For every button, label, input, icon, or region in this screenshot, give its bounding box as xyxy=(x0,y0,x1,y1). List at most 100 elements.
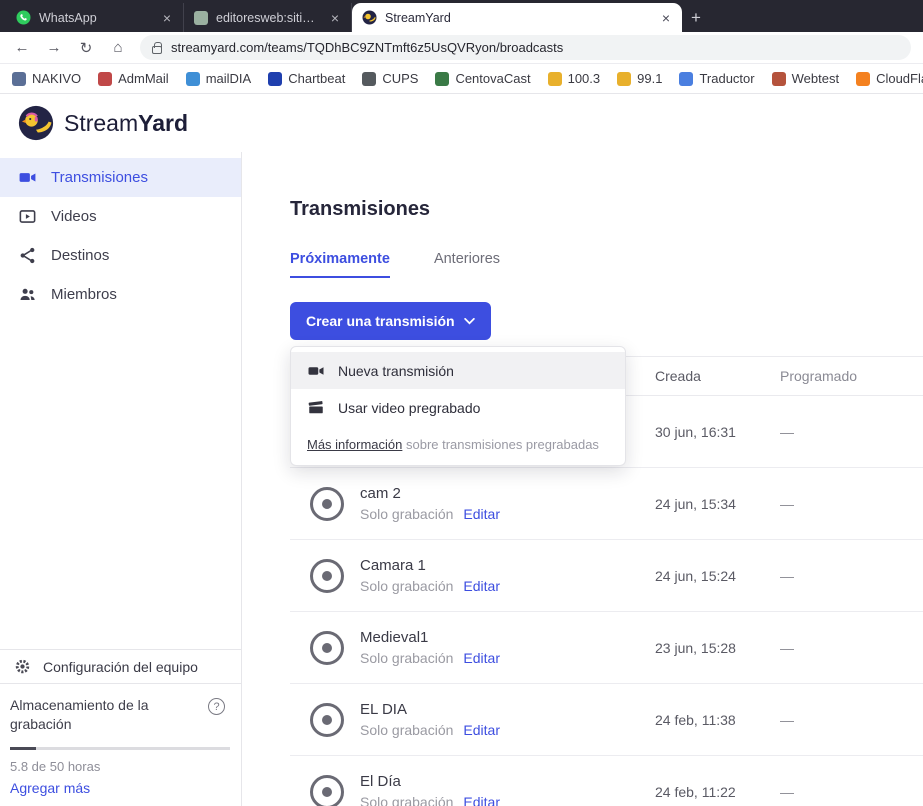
table-row[interactable]: EL DIA Solo grabaciónEditar 24 feb, 11:3… xyxy=(290,684,923,756)
broadcast-subtitle: Solo grabación xyxy=(360,506,453,522)
site-favicon xyxy=(194,11,208,25)
bookmark-label: NAKIVO xyxy=(32,71,81,86)
sidebar-item-miembros[interactable]: Miembros xyxy=(0,275,241,314)
bookmark-cloudflare[interactable]: CloudFlare xyxy=(856,71,923,86)
menu-item-label: Usar video pregrabado xyxy=(338,400,480,416)
video-camera-icon xyxy=(18,168,37,187)
table-row[interactable]: Medieval1 Solo grabación Editar 23 jun, 1… xyxy=(290,612,923,684)
lock-icon xyxy=(152,46,162,54)
reload-icon[interactable]: ↻ xyxy=(76,39,96,57)
dropdown-info-text: Más información sobre transmisiones preg… xyxy=(291,426,625,452)
tab-anteriores[interactable]: Anteriores xyxy=(434,251,500,278)
menu-item-new-broadcast[interactable]: Nueva transmisión xyxy=(291,352,625,389)
browser-tab-editoresweb[interactable]: editoresweb:sitioweb:eldia.co × xyxy=(184,3,352,32)
edit-link[interactable]: Editar xyxy=(463,506,500,522)
bookmark-label: Webtest xyxy=(792,71,839,86)
sidebar-bottom: Configuración del equipo Almacenamiento … xyxy=(0,649,241,806)
sidebar-item-destinos[interactable]: Destinos xyxy=(0,236,241,275)
menu-item-prerecorded-video[interactable]: Usar video pregrabado xyxy=(291,389,625,426)
bookmark-label: Chartbeat xyxy=(288,71,345,86)
bookmark-label: mailDIA xyxy=(206,71,252,86)
close-icon[interactable]: × xyxy=(660,11,672,25)
broadcast-subtitle: Solo grabación xyxy=(360,722,453,738)
table-row[interactable]: cam 2 Solo grabaciónEditar 24 jun, 15:34… xyxy=(290,468,923,540)
tab-title: StreamYard xyxy=(385,11,652,25)
browser-tab-whatsapp[interactable]: WhatsApp × xyxy=(6,3,184,32)
created-cell: 30 jun, 16:31 xyxy=(655,424,780,440)
recording-icon xyxy=(310,631,344,665)
forward-icon[interactable]: → xyxy=(44,39,64,56)
tab-proximamente[interactable]: Próximamente xyxy=(290,251,390,278)
tab-title: WhatsApp xyxy=(39,11,153,25)
bookmark-traductor[interactable]: Traductor xyxy=(679,71,754,86)
table-row[interactable]: El Día Solo grabaciónEditar 24 feb, 11:2… xyxy=(290,756,923,806)
url-field[interactable]: streamyard.com/teams/TQDhBC9ZNTmft6z5UsQ… xyxy=(140,35,911,60)
team-settings-label: Configuración del equipo xyxy=(43,659,198,675)
brand-wordmark: StreamYard xyxy=(64,110,188,137)
help-icon[interactable]: ? xyxy=(208,698,225,715)
bookmark-maildia[interactable]: mailDIA xyxy=(186,71,252,86)
edit-link[interactable]: Editar xyxy=(463,650,500,666)
sidebar-item-label: Videos xyxy=(51,208,97,225)
bookmark-label: 99.1 xyxy=(637,71,662,86)
whatsapp-icon xyxy=(16,10,31,25)
created-cell: 24 feb, 11:22 xyxy=(655,784,780,800)
close-icon[interactable]: × xyxy=(329,11,341,25)
table-row[interactable]: Camara 1 Solo grabación Editar 24 jun, 15… xyxy=(290,540,923,612)
chevron-down-icon xyxy=(464,318,475,325)
storage-title: Almacenamiento de la grabación xyxy=(10,696,185,734)
broadcast-title: Camara 1 xyxy=(360,557,500,574)
edit-link[interactable]: Editar xyxy=(463,794,500,806)
created-cell: 24 jun, 15:24 xyxy=(655,568,780,584)
videos-icon xyxy=(18,207,37,226)
brand-stream: Stream xyxy=(64,110,138,136)
bookmark-chartbeat[interactable]: Chartbeat xyxy=(268,71,345,86)
bookmark-favicon xyxy=(98,72,112,86)
scheduled-cell: — xyxy=(780,496,923,512)
scheduled-column-header: Programado xyxy=(780,368,923,384)
broadcast-title: Medieval1 xyxy=(360,629,500,646)
menu-item-label: Nueva transmisión xyxy=(338,363,454,379)
bookmark-favicon xyxy=(186,72,200,86)
broadcast-subtitle: Solo grabación xyxy=(360,650,453,666)
url-text: streamyard.com/teams/TQDhBC9ZNTmft6z5UsQ… xyxy=(171,40,563,55)
browser-tab-streamyard[interactable]: StreamYard × xyxy=(352,3,682,32)
sidebar-item-label: Destinos xyxy=(51,247,109,264)
more-info-link[interactable]: Más información xyxy=(307,437,402,452)
bookmark-label: 100.3 xyxy=(568,71,601,86)
streamyard-logo-icon xyxy=(18,105,54,141)
back-icon[interactable]: ← xyxy=(12,39,32,56)
bookmark-nakivo[interactable]: NAKIVO xyxy=(12,71,81,86)
close-icon[interactable]: × xyxy=(161,11,173,25)
edit-link[interactable]: Editar xyxy=(463,722,500,738)
edit-link[interactable]: Editar xyxy=(463,578,500,594)
bookmark-cups[interactable]: CUPS xyxy=(362,71,418,86)
storage-usage-text: 5.8 de 50 horas xyxy=(10,759,231,774)
sidebar-item-transmisiones[interactable]: Transmisiones xyxy=(0,158,241,197)
create-broadcast-label: Crear una transmisión xyxy=(306,313,455,329)
bookmark-admmail[interactable]: AdmMail xyxy=(98,71,169,86)
broadcast-subtitle: Solo grabación xyxy=(360,578,453,594)
storage-progress-bar xyxy=(10,747,230,750)
add-more-link[interactable]: Agregar más xyxy=(10,780,231,796)
broadcast-title: cam 2 xyxy=(360,485,500,502)
home-icon[interactable]: ⌂ xyxy=(108,39,128,56)
browser-window: WhatsApp × editoresweb:sitioweb:eldia.co… xyxy=(0,0,923,806)
bookmark-centovacast[interactable]: CentovaCast xyxy=(435,71,530,86)
bookmark-99-1[interactable]: 99.1 xyxy=(617,71,662,86)
gear-icon xyxy=(14,658,31,675)
bookmark-label: CloudFlare xyxy=(876,71,923,86)
scheduled-cell: — xyxy=(780,784,923,800)
bookmark-100-3[interactable]: 100.3 xyxy=(548,71,601,86)
bookmark-webtest[interactable]: Webtest xyxy=(772,71,839,86)
bookmark-favicon xyxy=(548,72,562,86)
created-cell: 23 jun, 15:28 xyxy=(655,640,780,656)
sidebar: Transmisiones Videos Destinos Miembros C… xyxy=(0,152,242,806)
sidebar-item-label: Miembros xyxy=(51,286,117,303)
main-content: Transmisiones Próximamente Anteriores Cr… xyxy=(242,152,923,806)
team-settings-button[interactable]: Configuración del equipo xyxy=(0,650,241,683)
sidebar-item-videos[interactable]: Videos xyxy=(0,197,241,236)
create-broadcast-button[interactable]: Crear una transmisión xyxy=(290,302,491,340)
scheduled-cell: — xyxy=(780,640,923,656)
new-tab-button[interactable]: + xyxy=(682,3,710,32)
